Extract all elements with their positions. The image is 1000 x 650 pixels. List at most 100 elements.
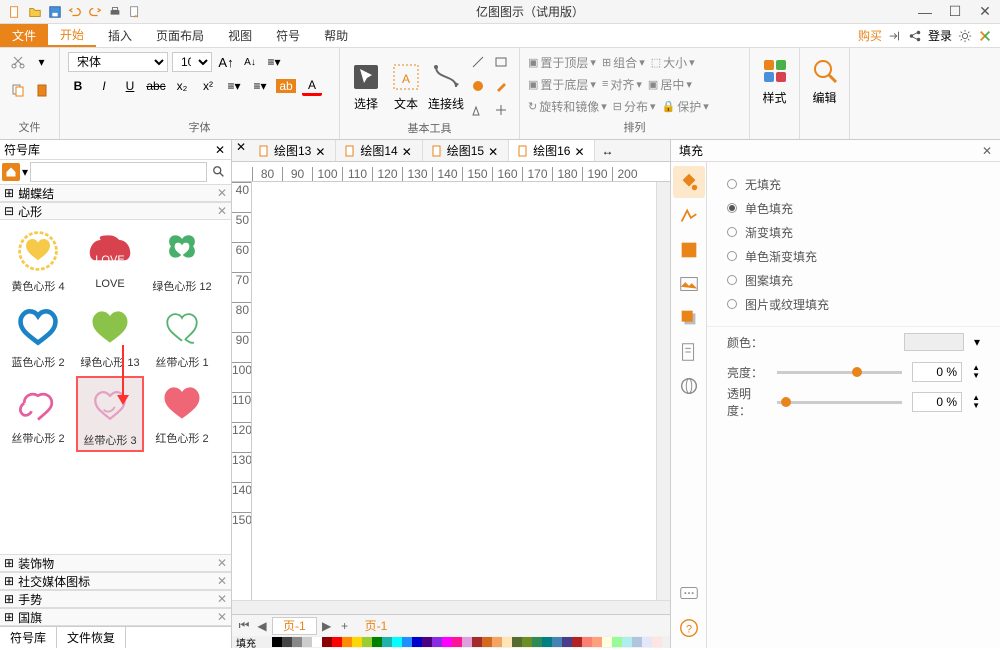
color-swatch[interactable] bbox=[482, 637, 492, 647]
doc-tabs-close-icon[interactable]: ✕ bbox=[232, 140, 250, 154]
anchor-tool-icon[interactable] bbox=[491, 100, 511, 120]
color-swatch[interactable] bbox=[502, 637, 512, 647]
qat-new-icon[interactable] bbox=[6, 3, 24, 21]
category-close-icon[interactable]: ✕ bbox=[217, 186, 227, 200]
bottom-tab-symbols[interactable]: 符号库 bbox=[0, 627, 57, 648]
category-gesture[interactable]: ⊞手势✕ bbox=[0, 590, 231, 608]
category-social[interactable]: ⊞社交媒体图标✕ bbox=[0, 572, 231, 590]
color-swatch[interactable] bbox=[412, 637, 422, 647]
page-next-icon[interactable]: ▶ bbox=[319, 618, 335, 634]
shape-绿色心形-13[interactable]: 绿色心形 13 bbox=[76, 300, 144, 372]
protect-button[interactable]: 🔒 保护 ▾ bbox=[662, 98, 709, 115]
align-button[interactable]: ≡ 对齐 ▾ bbox=[602, 76, 642, 93]
color-swatch[interactable] bbox=[542, 637, 552, 647]
color-swatch[interactable] bbox=[452, 637, 462, 647]
menu-file[interactable]: 文件 bbox=[0, 24, 48, 47]
page-first-icon[interactable]: ⏮ bbox=[236, 618, 252, 634]
rect-tool-icon[interactable] bbox=[491, 52, 511, 72]
doc-tab-close-icon[interactable]: ✕ bbox=[315, 145, 327, 157]
page-tab-2[interactable]: 页-1 bbox=[355, 617, 398, 635]
to-back-button[interactable]: ▣ 置于底层 ▾ bbox=[528, 76, 596, 93]
help-tab-icon[interactable]: ? bbox=[673, 612, 705, 644]
color-swatch[interactable] bbox=[602, 637, 612, 647]
fill-option-单色渐变填充[interactable]: 单色渐变填充 bbox=[727, 244, 980, 268]
color-swatch[interactable] bbox=[332, 637, 342, 647]
size-button[interactable]: ⬚ 大小 ▾ bbox=[651, 54, 695, 71]
shadow-tab-icon[interactable] bbox=[673, 302, 705, 334]
comment-tab-icon[interactable] bbox=[673, 578, 705, 610]
menu-tab-view[interactable]: 视图 bbox=[216, 24, 264, 47]
color-swatch[interactable] bbox=[522, 637, 532, 647]
menu-tab-layout[interactable]: 页面布局 bbox=[144, 24, 216, 47]
category-heart[interactable]: ⊟心形✕ bbox=[0, 202, 231, 220]
center-button[interactable]: ▣ 居中 ▾ bbox=[648, 76, 692, 93]
shape-红色心形-2[interactable]: 红色心形 2 bbox=[148, 376, 216, 452]
color-swatch[interactable] bbox=[382, 637, 392, 647]
menu-tab-help[interactable]: 帮助 bbox=[312, 24, 360, 47]
color-swatch[interactable] bbox=[422, 637, 432, 647]
to-front-button[interactable]: ▣ 置于顶层 ▾ bbox=[528, 54, 596, 71]
color-swatch[interactable] bbox=[632, 637, 642, 647]
minimize-button[interactable]: — bbox=[910, 0, 940, 24]
color-dropdown-icon[interactable]: ▾ bbox=[974, 335, 980, 349]
font-size-select[interactable]: 10 bbox=[172, 52, 212, 72]
category-decoration[interactable]: ⊞装饰物✕ bbox=[0, 554, 231, 572]
color-swatch[interactable] bbox=[372, 637, 382, 647]
strike-icon[interactable]: abc bbox=[146, 76, 166, 96]
qat-export-icon[interactable] bbox=[126, 3, 144, 21]
doc-tab-绘图14[interactable]: 绘图14✕ bbox=[336, 140, 422, 161]
doc-tab-close-icon[interactable]: ✕ bbox=[574, 145, 586, 157]
shape-绿色心形-12[interactable]: 绿色心形 12 bbox=[148, 224, 216, 296]
shape-丝带心形-3[interactable]: 丝带心形 3 bbox=[76, 376, 144, 452]
color-swatch[interactable] bbox=[352, 637, 362, 647]
qat-redo-icon[interactable] bbox=[86, 3, 104, 21]
text-tool[interactable]: A文本 bbox=[388, 56, 424, 116]
menu-tab-start[interactable]: 开始 bbox=[48, 24, 96, 47]
image-tab-icon[interactable] bbox=[673, 268, 705, 300]
copy-icon[interactable] bbox=[8, 80, 28, 100]
scrollbar-horizontal[interactable] bbox=[232, 600, 670, 614]
numbering-icon[interactable]: ≡▾ bbox=[250, 76, 270, 96]
color-picker[interactable] bbox=[904, 333, 964, 351]
circle-tool-icon[interactable] bbox=[468, 76, 488, 96]
color-swatch[interactable] bbox=[572, 637, 582, 647]
shape-LOVE[interactable]: LOVELOVE bbox=[76, 224, 144, 296]
page-tab[interactable]: 页-1 bbox=[272, 617, 317, 635]
menu-tab-insert[interactable]: 插入 bbox=[96, 24, 144, 47]
pencil-tool-icon[interactable] bbox=[491, 76, 511, 96]
color-swatch[interactable] bbox=[552, 637, 562, 647]
color-swatch[interactable] bbox=[472, 637, 482, 647]
font-name-select[interactable]: 宋体 bbox=[68, 52, 168, 72]
color-swatch[interactable] bbox=[272, 637, 282, 647]
shape-丝带心形-1[interactable]: 丝带心形 1 bbox=[148, 300, 216, 372]
color-swatch[interactable] bbox=[282, 637, 292, 647]
opacity-input[interactable] bbox=[912, 392, 962, 412]
color-swatch[interactable] bbox=[592, 637, 602, 647]
line-tool-icon[interactable] bbox=[468, 52, 488, 72]
color-swatch[interactable] bbox=[342, 637, 352, 647]
brightness-input[interactable] bbox=[912, 362, 962, 382]
cut-icon[interactable] bbox=[8, 52, 28, 72]
group-button[interactable]: ⊞ 组合 ▾ bbox=[602, 54, 645, 71]
bold-button[interactable]: B bbox=[68, 76, 88, 96]
buy-link[interactable]: 购买 bbox=[858, 27, 882, 44]
line-spacing-icon[interactable]: ≡▾ bbox=[264, 52, 284, 72]
select-tool[interactable]: 选择 bbox=[348, 56, 384, 116]
qat-undo-icon[interactable] bbox=[66, 3, 84, 21]
color-swatch[interactable] bbox=[492, 637, 502, 647]
color-swatch[interactable] bbox=[302, 637, 312, 647]
category-flag[interactable]: ⊞国旗✕ bbox=[0, 608, 231, 626]
font-shrink-icon[interactable]: A↓ bbox=[240, 52, 260, 72]
tab-resize-icon[interactable]: ↔ bbox=[601, 144, 613, 158]
login-link[interactable]: 登录 bbox=[928, 27, 952, 44]
category-butterfly[interactable]: ⊞蝴蝶结✕ bbox=[0, 184, 231, 202]
stepper-icon[interactable]: ▲▼ bbox=[972, 364, 980, 380]
rotate-button[interactable]: ↻ 旋转和镜像 ▾ bbox=[528, 98, 607, 115]
paste-icon[interactable] bbox=[32, 80, 52, 100]
doc-tab-close-icon[interactable]: ✕ bbox=[488, 145, 500, 157]
format-painter-icon[interactable]: ▾ bbox=[32, 52, 52, 72]
maximize-button[interactable]: ☐ bbox=[940, 0, 970, 24]
shape-黄色心形-4[interactable]: 黄色心形 4 bbox=[4, 224, 72, 296]
shape-丝带心形-2[interactable]: 丝带心形 2 bbox=[4, 376, 72, 452]
menu-tab-symbol[interactable]: 符号 bbox=[264, 24, 312, 47]
